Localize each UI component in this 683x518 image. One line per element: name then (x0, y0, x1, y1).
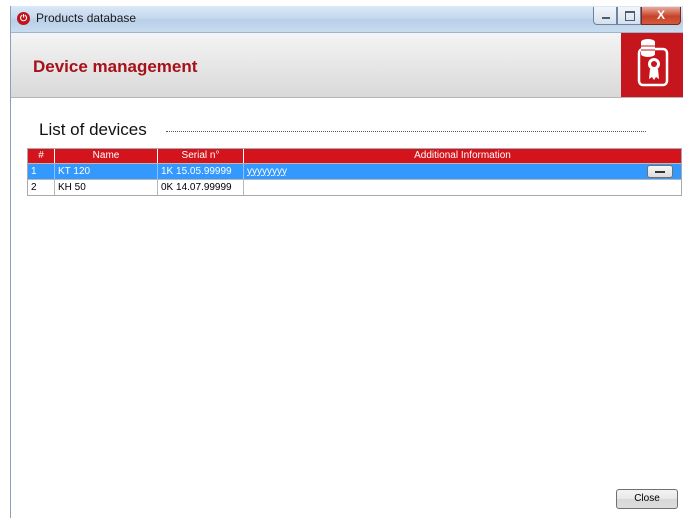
cell-number: 1 (28, 164, 55, 179)
cell-name[interactable]: KH 50 (55, 180, 158, 195)
products-database-window: ⏻ Products database X Device management (10, 6, 683, 518)
database-certificate-icon (621, 33, 683, 97)
column-header-name[interactable]: Name (55, 149, 158, 163)
table-header: # Name Serial n° Additional Information (28, 149, 681, 163)
column-header-number[interactable]: # (28, 149, 55, 163)
table-row[interactable]: 2 KH 50 0K 14.07.99999 (28, 179, 681, 195)
cell-additional-info[interactable]: yyyyyyyy (244, 164, 681, 179)
maximize-button[interactable] (617, 7, 641, 25)
column-header-additional-info[interactable]: Additional Information (244, 149, 681, 163)
section-divider (166, 131, 646, 132)
devices-table[interactable]: # Name Serial n° Additional Information … (27, 148, 682, 196)
close-button[interactable]: Close (616, 489, 678, 509)
close-window-button[interactable]: X (641, 7, 681, 25)
remove-row-button[interactable] (647, 165, 673, 178)
page-title: Device management (33, 57, 198, 76)
page-header: Device management (11, 33, 683, 98)
window-title: Products database (36, 11, 137, 25)
app-logo-icon: ⏻ (17, 12, 30, 25)
window-controls: X (593, 7, 681, 25)
title-bar[interactable]: ⏻ Products database X (11, 6, 683, 33)
section-title: List of devices (39, 120, 147, 139)
cell-name[interactable]: KT 120 (55, 164, 158, 179)
cell-number: 2 (28, 180, 55, 195)
close-icon: X (656, 8, 665, 22)
cell-serial[interactable]: 1K 15.05.99999 (158, 164, 244, 179)
additional-info-editor[interactable]: yyyyyyyy (247, 165, 287, 179)
cell-serial[interactable]: 0K 14.07.99999 (158, 180, 244, 195)
minimize-button[interactable] (593, 7, 617, 25)
table-row[interactable]: 1 KT 120 1K 15.05.99999 yyyyyyyy (28, 163, 681, 179)
column-header-serial[interactable]: Serial n° (158, 149, 244, 163)
cell-additional-info[interactable] (244, 180, 681, 195)
